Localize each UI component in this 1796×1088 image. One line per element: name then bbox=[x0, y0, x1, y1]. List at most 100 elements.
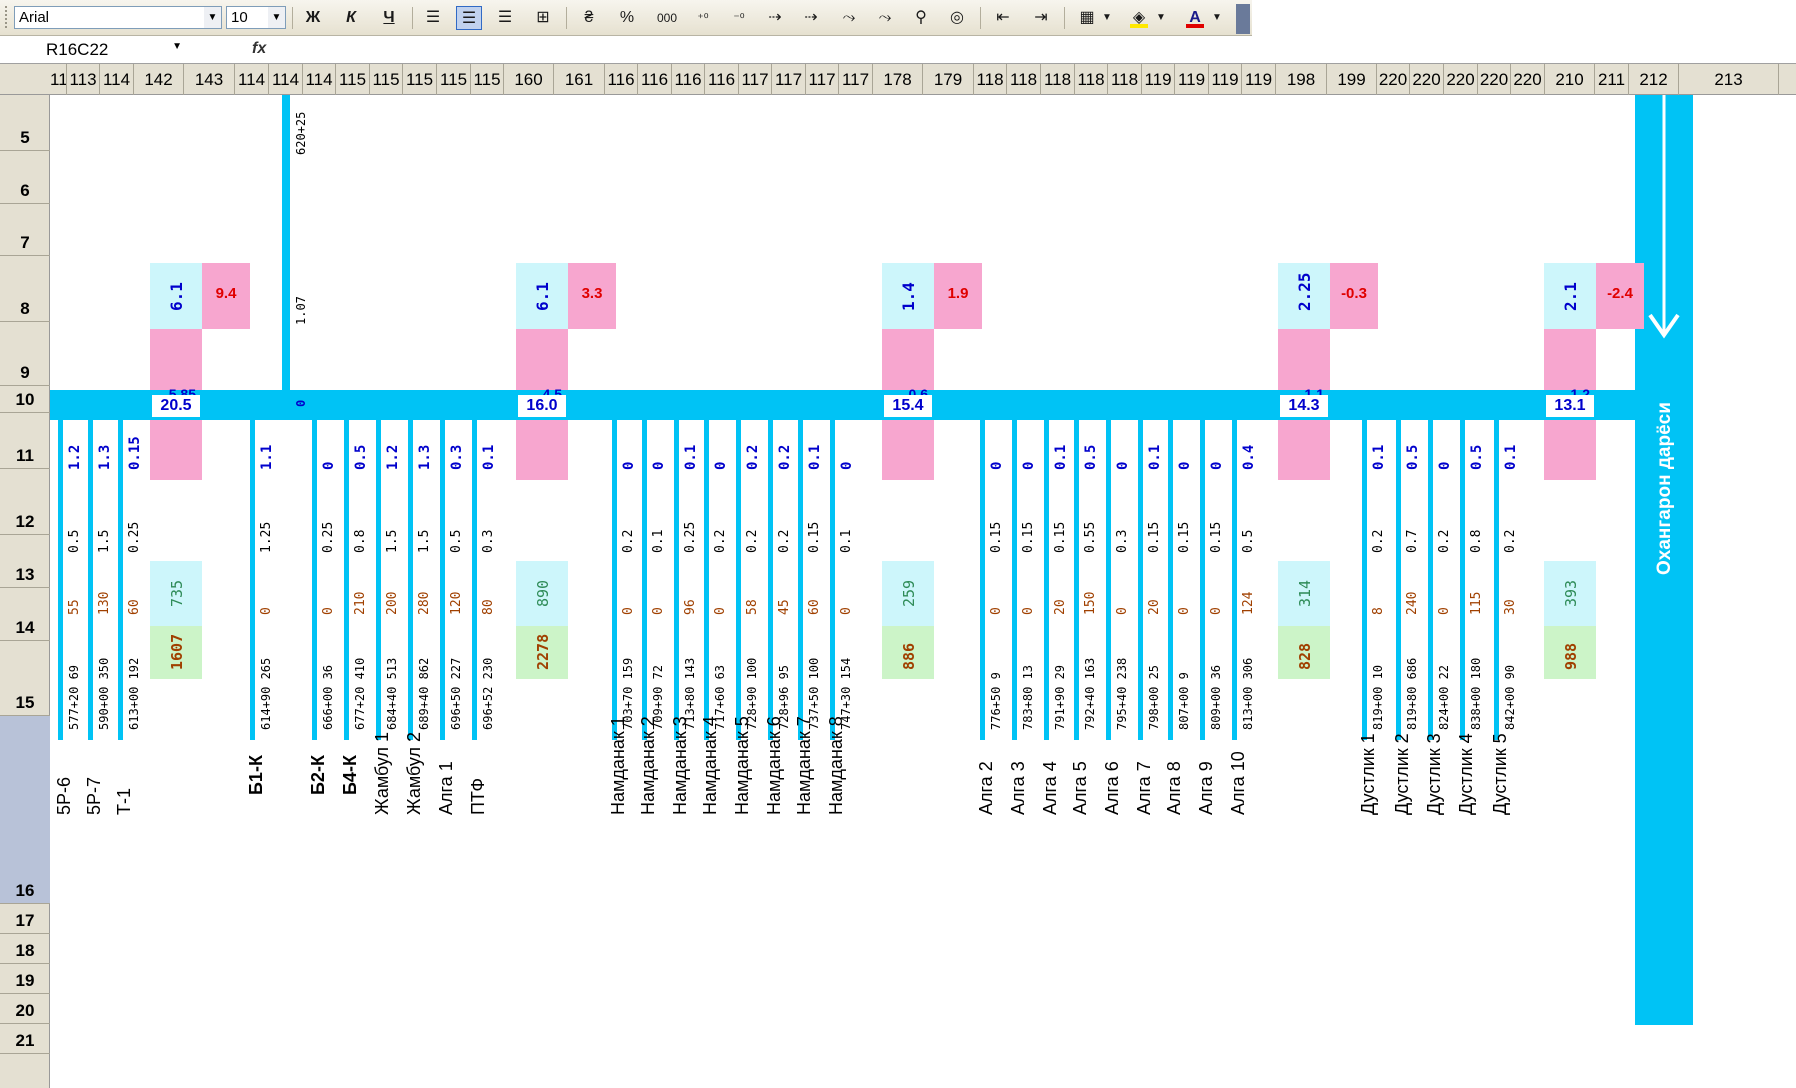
branch-w[interactable]: 0.2 bbox=[713, 530, 728, 553]
branch-w[interactable]: 0.2 bbox=[621, 530, 636, 553]
branch-q[interactable]: 0 bbox=[1209, 462, 1225, 470]
column-header[interactable]: 118 bbox=[1075, 64, 1108, 95]
node-cell[interactable] bbox=[882, 329, 934, 390]
branch-w[interactable]: 0.25 bbox=[127, 522, 142, 553]
river-label[interactable]: Охангарон дарёси bbox=[1654, 402, 1676, 575]
branch-q[interactable]: 0.1 bbox=[807, 445, 823, 470]
branch-q[interactable]: 0.1 bbox=[1147, 445, 1163, 470]
column-header[interactable]: 117 bbox=[739, 64, 772, 95]
branch-w[interactable]: 0.8 bbox=[353, 530, 368, 553]
branch-q[interactable]: 0.15 bbox=[127, 436, 143, 470]
node-b[interactable]: -0.3 bbox=[1330, 285, 1378, 302]
branch-area[interactable]: 55 bbox=[67, 599, 82, 615]
branch-pk[interactable]: 798+00 25 bbox=[1147, 665, 1161, 730]
branch-area[interactable]: 124 bbox=[1241, 592, 1256, 615]
name-box[interactable]: R16C22 ▼ bbox=[8, 39, 184, 61]
branch-w[interactable]: 0.8 bbox=[1469, 530, 1484, 553]
row-number[interactable]: 21 bbox=[0, 1031, 50, 1051]
branch-pk[interactable]: 776+50 9 bbox=[989, 672, 1003, 730]
align-left-button[interactable]: ☰ bbox=[420, 6, 446, 30]
column-header[interactable]: 213 bbox=[1679, 64, 1779, 95]
node-e[interactable]: 988 bbox=[1562, 643, 1580, 670]
feeder-label[interactable]: 620+25 bbox=[294, 112, 308, 155]
branch-w[interactable]: 0.25 bbox=[321, 522, 336, 553]
branch-w[interactable]: 0.5 bbox=[449, 530, 464, 553]
increase-indent-icon[interactable]: ⇥ bbox=[1028, 6, 1054, 30]
row-number[interactable]: 9 bbox=[0, 363, 50, 383]
row-header[interactable]: 6 bbox=[0, 151, 50, 204]
branch-canal[interactable] bbox=[250, 405, 255, 740]
branch-pk[interactable]: 684+40 513 bbox=[385, 658, 399, 730]
branch-q[interactable]: 1.2 bbox=[67, 445, 83, 470]
column-header[interactable]: 114 bbox=[303, 64, 336, 95]
column-header[interactable]: 117 bbox=[772, 64, 806, 95]
branch-name[interactable]: Алга 4 bbox=[1040, 761, 1061, 815]
align-right-button[interactable]: ☰ bbox=[492, 6, 518, 30]
node-cell[interactable] bbox=[1278, 420, 1330, 480]
column-header[interactable]: 114 bbox=[100, 64, 134, 95]
column-header[interactable]: 119 bbox=[1209, 64, 1242, 95]
branch-name[interactable]: Алга 8 bbox=[1164, 761, 1185, 815]
branch-q[interactable]: 0.5 bbox=[1405, 445, 1421, 470]
branch-name[interactable]: Б2-К bbox=[308, 755, 329, 795]
branch-canal[interactable] bbox=[1232, 405, 1237, 740]
row-number[interactable]: 5 bbox=[0, 128, 50, 148]
branch-canal[interactable] bbox=[642, 405, 647, 740]
column-header[interactable]: 117 bbox=[839, 64, 873, 95]
branch-name[interactable]: ПТФ bbox=[468, 778, 489, 815]
percent-button[interactable]: % bbox=[614, 6, 640, 30]
branch-q[interactable]: 0 bbox=[1177, 462, 1193, 470]
branch-canal[interactable] bbox=[980, 405, 985, 740]
node-a[interactable]: 2.25 bbox=[1295, 272, 1314, 311]
node-b[interactable]: -2.4 bbox=[1596, 285, 1644, 302]
row-header[interactable]: 7 bbox=[0, 204, 50, 256]
node-flow[interactable]: 15.4 bbox=[884, 395, 932, 417]
branch-area[interactable]: 58 bbox=[745, 599, 760, 615]
branch-w[interactable]: 0.15 bbox=[1177, 522, 1192, 553]
column-header[interactable]: 143 bbox=[184, 64, 235, 95]
branch-pk[interactable]: 795+40 238 bbox=[1115, 658, 1129, 730]
column-header[interactable]: 161 bbox=[554, 64, 605, 95]
branch-name[interactable]: Намданак 2 bbox=[638, 716, 659, 815]
node-e[interactable]: 828 bbox=[1296, 643, 1314, 670]
branch-q[interactable]: 0 bbox=[1021, 462, 1037, 470]
branch-canal[interactable] bbox=[1460, 405, 1465, 740]
toolbar-grip[interactable] bbox=[5, 6, 8, 28]
branch-pk[interactable]: 677+20 410 bbox=[353, 658, 367, 730]
row-number[interactable]: 7 bbox=[0, 233, 50, 253]
merge-center-button[interactable]: ⊞ bbox=[530, 6, 556, 30]
branch-name[interactable]: Алга 9 bbox=[1196, 761, 1217, 815]
node-cell[interactable] bbox=[1544, 420, 1596, 480]
column-header[interactable]: 115 bbox=[437, 64, 471, 95]
row-header[interactable]: 13 bbox=[0, 535, 50, 588]
branch-canal[interactable] bbox=[1396, 405, 1401, 740]
column-header[interactable]: 115 bbox=[336, 64, 370, 95]
column-header[interactable]: 142 bbox=[134, 64, 184, 95]
remove-arrows-2-icon[interactable]: ⤳ bbox=[872, 6, 898, 30]
toolbar-options-icon[interactable] bbox=[1236, 4, 1250, 34]
branch-canal[interactable] bbox=[88, 405, 93, 740]
column-header[interactable]: 220 bbox=[1410, 64, 1444, 95]
branch-w[interactable]: 0.2 bbox=[1371, 530, 1386, 553]
row-header[interactable]: 11 bbox=[0, 413, 50, 469]
branch-name[interactable]: Алга 10 bbox=[1228, 751, 1249, 815]
branch-pk[interactable]: 666+00 36 bbox=[321, 665, 335, 730]
branch-q[interactable]: 0 bbox=[839, 462, 855, 470]
branch-area[interactable]: 8 bbox=[1371, 607, 1386, 615]
column-header[interactable]: 118 bbox=[1007, 64, 1041, 95]
node-e[interactable]: 2278 bbox=[534, 634, 552, 670]
branch-q[interactable]: 0.1 bbox=[1053, 445, 1069, 470]
branch-area[interactable]: 96 bbox=[683, 599, 698, 615]
column-header[interactable]: 113 bbox=[67, 64, 100, 95]
bold-button[interactable]: Ж bbox=[300, 6, 326, 30]
branch-q[interactable]: 1.3 bbox=[417, 445, 433, 470]
column-header[interactable]: 116 bbox=[705, 64, 739, 95]
node-cell[interactable] bbox=[150, 420, 202, 480]
row-number[interactable]: 19 bbox=[0, 971, 50, 991]
row-header[interactable]: 10 bbox=[0, 386, 50, 413]
column-header[interactable]: 115 bbox=[403, 64, 437, 95]
branch-name[interactable]: Намданак 6 bbox=[764, 716, 785, 815]
branch-canal[interactable] bbox=[1168, 405, 1173, 740]
branch-w[interactable]: 0.15 bbox=[807, 522, 822, 553]
align-center-button[interactable]: ☰ bbox=[456, 6, 482, 30]
